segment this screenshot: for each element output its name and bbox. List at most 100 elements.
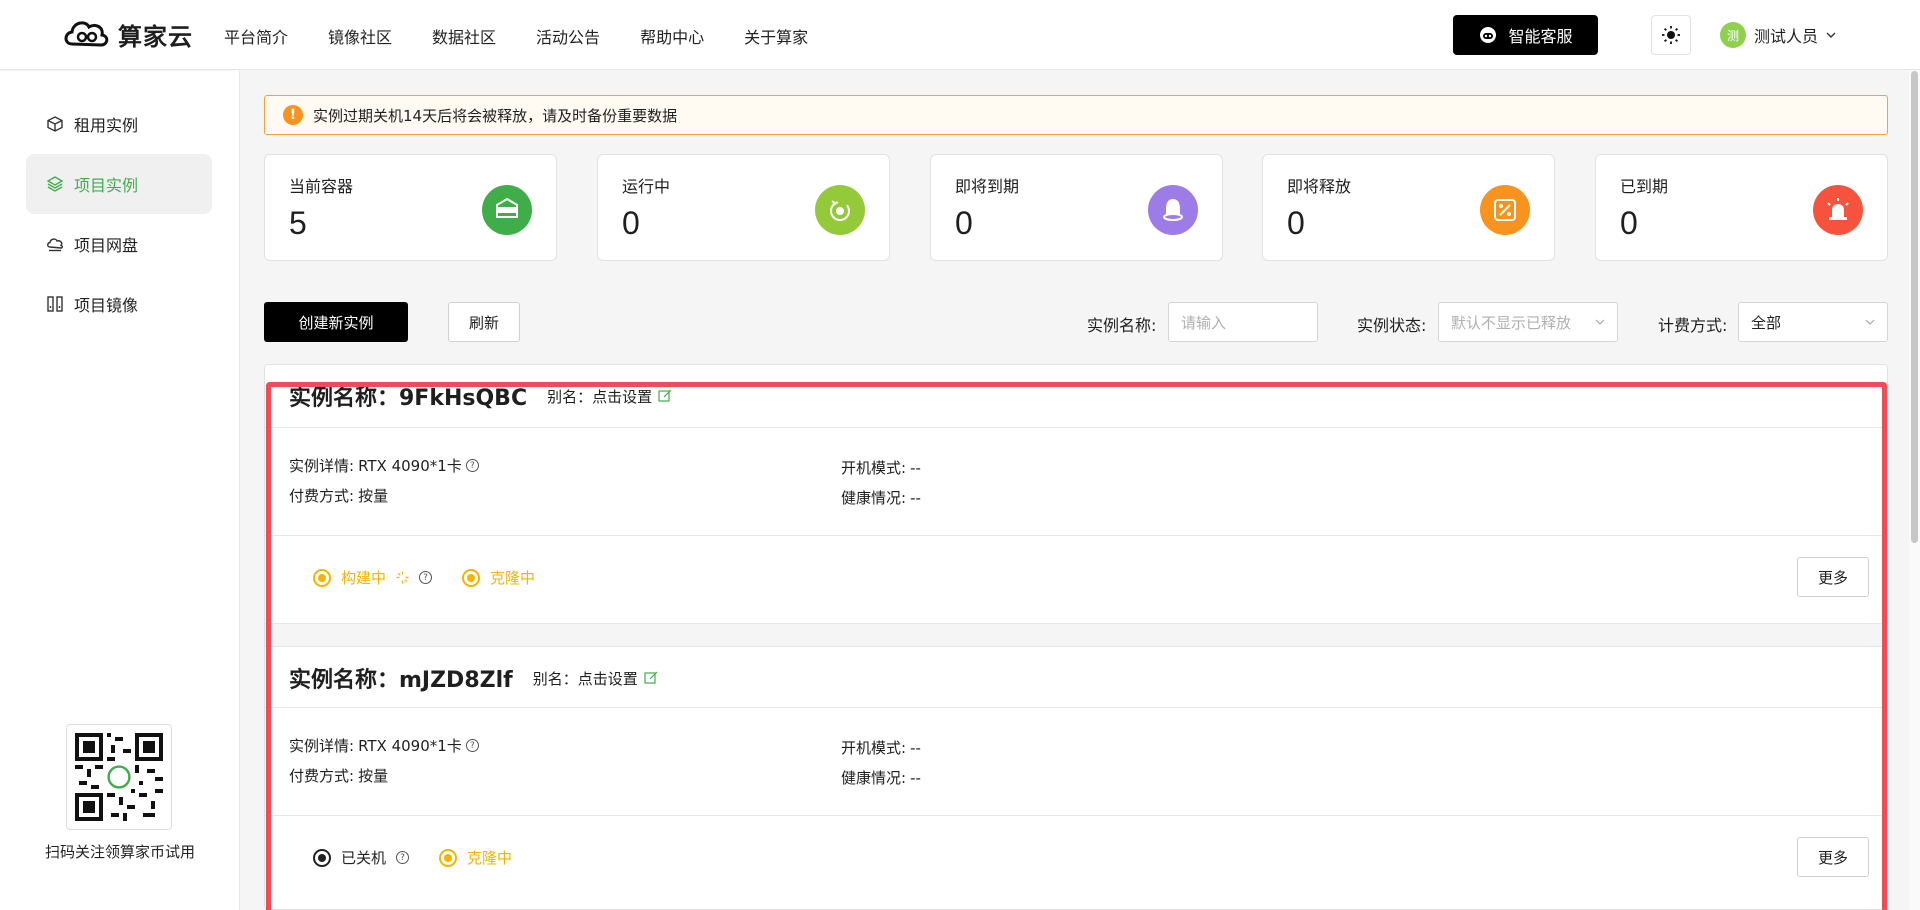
alarm-icon bbox=[1813, 185, 1863, 235]
divider bbox=[265, 427, 1887, 428]
release-icon bbox=[1480, 185, 1530, 235]
stat-label: 运行中 bbox=[622, 177, 671, 196]
sidebar-item-project-instance[interactable]: 项目实例 bbox=[26, 154, 212, 214]
alias-label: 别名：点击设置 bbox=[532, 669, 638, 688]
instance-detail: 实例详情: RTX 4090*1卡 ? bbox=[289, 455, 479, 476]
pay-value: 按量 bbox=[358, 767, 389, 785]
nav-about[interactable]: 关于算家 bbox=[744, 24, 808, 48]
user-name: 测试人员 bbox=[1754, 27, 1819, 46]
help-icon[interactable]: ? bbox=[419, 571, 433, 584]
page-scrollbar[interactable] bbox=[1909, 71, 1920, 910]
billing-method-select[interactable]: 全部 bbox=[1738, 302, 1888, 342]
pay-label: 付费方式: bbox=[289, 487, 355, 505]
nav-data-community[interactable]: 数据社区 bbox=[432, 24, 496, 48]
notice-text: 实例过期关机14天后将会被释放，请及时备份重要数据 bbox=[313, 106, 678, 125]
warning-icon: ! bbox=[283, 105, 303, 125]
help-icon[interactable]: ? bbox=[396, 851, 410, 864]
instance-card: 实例名称：9FkHsQBC 别名：点击设置 实例详情: RTX 4090*1卡 … bbox=[265, 365, 1887, 623]
chevron-down-icon bbox=[1865, 319, 1875, 325]
expiry-notice: ! 实例过期关机14天后将会被释放，请及时备份重要数据 bbox=[264, 95, 1888, 135]
sidebar-item-label: 租用实例 bbox=[74, 116, 139, 135]
customer-service-button[interactable]: 智能客服 bbox=[1453, 15, 1598, 55]
stat-label: 即将释放 bbox=[1287, 177, 1352, 196]
nav-platform-intro[interactable]: 平台简介 bbox=[224, 24, 288, 48]
chevron-down-icon bbox=[1826, 32, 1836, 38]
detail-label: 实例详情: bbox=[289, 737, 355, 755]
scrollbar-thumb[interactable] bbox=[1911, 71, 1918, 543]
stat-card-current-containers: 当前容器 5 bbox=[264, 154, 557, 261]
status-building: 构建中 ? bbox=[313, 567, 433, 588]
nav-image-community[interactable]: 镜像社区 bbox=[328, 24, 392, 48]
logo-text: 算家云 bbox=[118, 22, 193, 51]
create-instance-button[interactable]: 创建新实例 bbox=[264, 302, 408, 342]
edit-icon bbox=[644, 671, 658, 684]
instance-detail: 实例详情: RTX 4090*1卡 ? bbox=[289, 735, 479, 756]
sidebar-item-project-drive[interactable]: 项目网盘 bbox=[26, 214, 212, 274]
boot-label: 开机模式: bbox=[841, 459, 907, 477]
boot-label: 开机模式: bbox=[841, 739, 907, 757]
instance-title-row: 实例名称：9FkHsQBC 别名：点击设置 bbox=[289, 380, 672, 412]
sidebar-item-label: 项目网盘 bbox=[74, 236, 139, 255]
nav-announcements[interactable]: 活动公告 bbox=[536, 24, 600, 48]
health-value: -- bbox=[910, 768, 921, 787]
instance-name-label: 实例名称: bbox=[1087, 316, 1157, 335]
boot-mode: 开机模式: -- bbox=[841, 457, 921, 478]
health-status: 健康情况: -- bbox=[841, 767, 921, 788]
alias-setter[interactable]: 别名：点击设置 bbox=[533, 668, 658, 689]
logo[interactable]: 算家云 bbox=[62, 14, 193, 54]
instance-name-input[interactable]: 请输入 bbox=[1168, 302, 1318, 342]
help-icon[interactable]: ? bbox=[465, 459, 479, 472]
alias-setter[interactable]: 别名：点击设置 bbox=[547, 386, 672, 407]
status-dot-icon bbox=[439, 848, 458, 867]
card-separator bbox=[265, 623, 1887, 647]
stat-value: 0 bbox=[1287, 205, 1305, 241]
divider bbox=[265, 707, 1887, 708]
top-header: 算家云 平台简介 镜像社区 数据社区 活动公告 帮助中心 关于算家 智能客服 测… bbox=[0, 0, 1920, 70]
avatar: 测 bbox=[1720, 22, 1746, 48]
stat-card-expiring-soon: 即将到期 0 bbox=[930, 154, 1223, 261]
container-icon bbox=[482, 185, 532, 235]
status-cloning: 克隆中 bbox=[462, 567, 535, 588]
chevron-down-icon bbox=[1595, 319, 1605, 325]
refresh-button[interactable]: 刷新 bbox=[448, 302, 520, 342]
theme-toggle-button[interactable] bbox=[1651, 15, 1691, 55]
instance-list: 实例名称：9FkHsQBC 别名：点击设置 实例详情: RTX 4090*1卡 … bbox=[264, 364, 1888, 910]
status-dot-icon bbox=[313, 568, 331, 587]
instance-title: 实例名称：9FkHsQBC bbox=[289, 386, 528, 411]
status-label: 已关机 bbox=[341, 849, 387, 867]
stat-value: 0 bbox=[622, 205, 640, 241]
alias-label: 别名：点击设置 bbox=[547, 387, 653, 406]
help-icon[interactable]: ? bbox=[465, 739, 479, 752]
more-button[interactable]: 更多 bbox=[1797, 837, 1869, 877]
instance-status-label: 实例状态: bbox=[1357, 316, 1427, 335]
customer-service-label: 智能客服 bbox=[1508, 27, 1573, 46]
sidebar-item-rent-instance[interactable]: 租用实例 bbox=[26, 94, 212, 154]
health-status: 健康情况: -- bbox=[841, 487, 921, 508]
boot-mode: 开机模式: -- bbox=[841, 737, 921, 758]
stat-label: 当前容器 bbox=[289, 177, 354, 196]
cube-icon bbox=[47, 116, 63, 132]
user-menu[interactable]: 测 测试人员 bbox=[1720, 22, 1836, 48]
instance-status-select[interactable]: 默认不显示已释放 bbox=[1438, 302, 1618, 342]
sidebar: 租用实例 项目实例 项目网盘 项目镜像 扫码关注领算家币试用 bbox=[0, 71, 240, 910]
stat-label: 已到期 bbox=[1620, 177, 1669, 196]
more-button[interactable]: 更多 bbox=[1797, 557, 1869, 597]
instance-name-placeholder: 请输入 bbox=[1181, 313, 1227, 332]
nav-help-center[interactable]: 帮助中心 bbox=[640, 24, 704, 48]
status-shutdown: 已关机 ? bbox=[313, 847, 410, 868]
qr-caption: 扫码关注领算家币试用 bbox=[44, 843, 195, 861]
stat-card-expired: 已到期 0 bbox=[1595, 154, 1888, 261]
sidebar-item-project-image[interactable]: 项目镜像 bbox=[26, 274, 212, 334]
status-row: 构建中 ? 克隆中 bbox=[313, 567, 535, 588]
divider bbox=[265, 535, 1887, 536]
sidebar-item-label: 项目镜像 bbox=[74, 296, 139, 315]
status-row: 已关机 ? 克隆中 bbox=[313, 847, 512, 868]
logo-cloud-icon bbox=[64, 21, 109, 47]
detail-value: RTX 4090*1卡 bbox=[358, 737, 462, 755]
stat-card-releasing-soon: 即将释放 0 bbox=[1262, 154, 1555, 261]
main-nav: 平台简介 镜像社区 数据社区 活动公告 帮助中心 关于算家 bbox=[224, 24, 808, 48]
pay-label: 付费方式: bbox=[289, 767, 355, 785]
pay-value: 按量 bbox=[358, 487, 389, 505]
running-icon bbox=[815, 185, 865, 235]
health-label: 健康情况: bbox=[841, 769, 907, 787]
